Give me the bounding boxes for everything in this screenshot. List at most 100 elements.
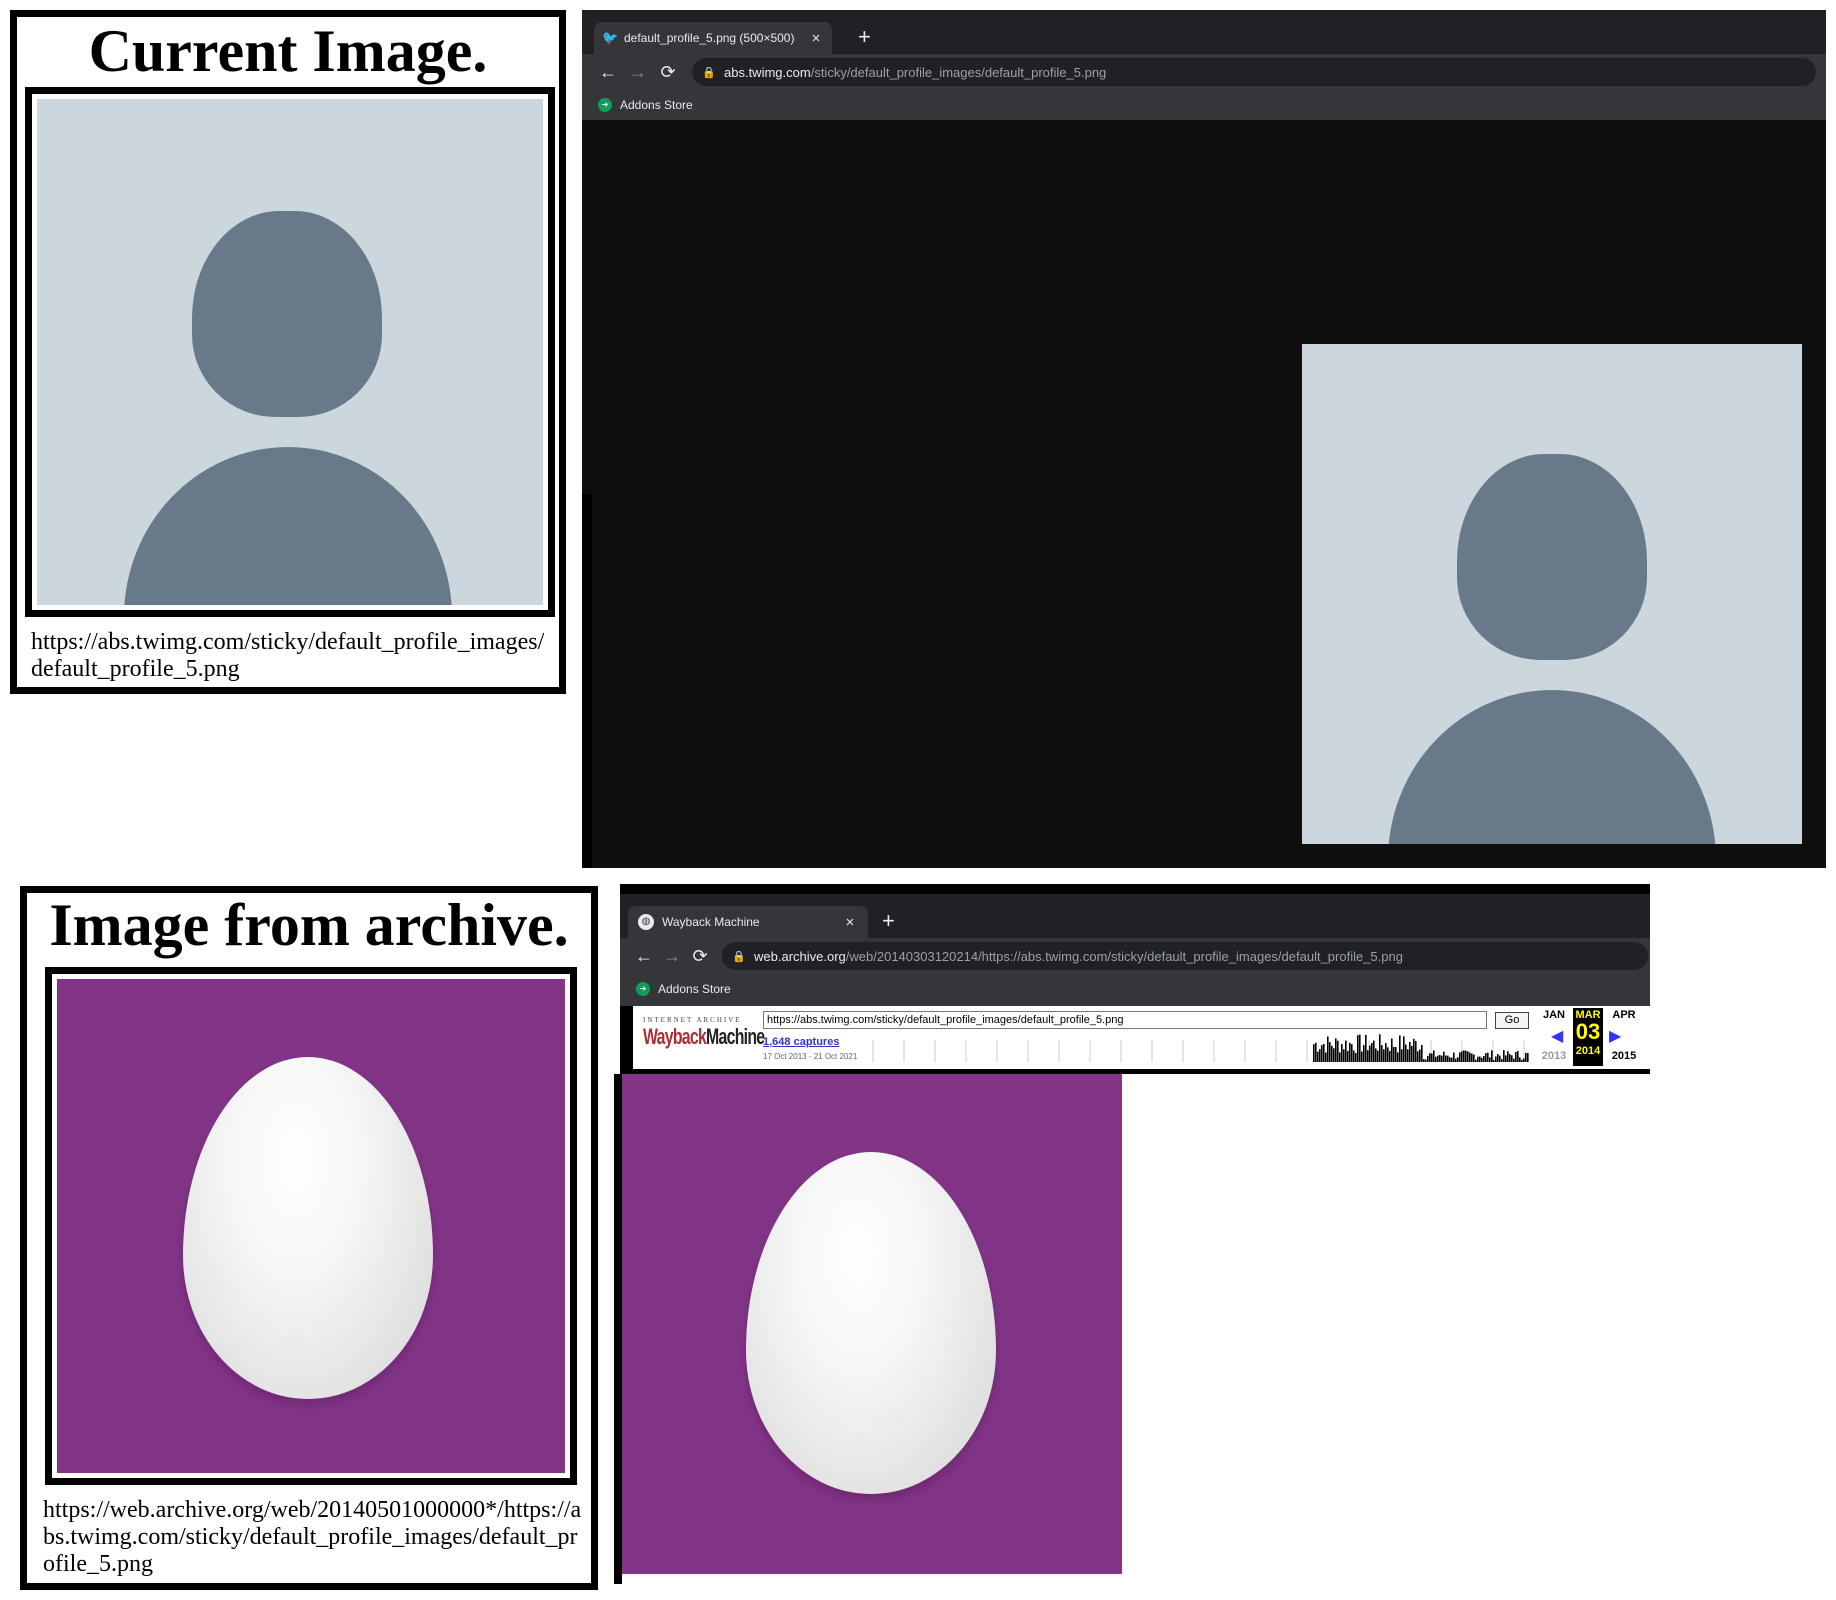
current-date-block[interactable]: MAR 03 2014 [1573,1008,1603,1066]
archive-image-frame [45,967,577,1485]
sparkline-bar [1497,1054,1499,1062]
sparkline-bar [1383,1049,1385,1062]
forward-button[interactable]: → [662,946,682,966]
sparkline-bar [1475,1059,1477,1062]
sparkline-bar [1433,1050,1435,1062]
archived-egg-image [622,1074,1122,1574]
sparkline-bar [1403,1036,1405,1062]
lock-icon: 🔒 [732,950,746,963]
sparkline-bar [1483,1056,1485,1062]
egg-avatar-image [57,979,565,1473]
sparkline-bar [1411,1045,1413,1062]
close-icon[interactable]: × [842,914,858,931]
sparkline-bar [1371,1042,1373,1062]
sparkline-bar [1389,1050,1391,1062]
prev-capture-arrow-icon[interactable]: ◀ [1551,1026,1563,1046]
sparkline-bar [1513,1058,1515,1062]
tab-title: Wayback Machine [662,915,760,929]
address-bar[interactable]: 🔒 web.archive.org /web/20140303120214/ht… [722,942,1648,970]
sparkline-bar [1387,1047,1389,1062]
sparkline-bar [1423,1059,1425,1062]
current-image-frame [25,87,555,617]
sparkline-bar [1349,1042,1351,1062]
sparkline-bar [1365,1034,1367,1062]
sparkline-bar [1511,1055,1513,1062]
url-host: web.archive.org [754,948,846,964]
captures-link[interactable]: 1,648 captures [763,1036,839,1048]
sparkline-bar [1379,1034,1381,1062]
back-button[interactable]: ← [634,946,654,966]
wayback-go-button[interactable]: Go [1495,1012,1529,1029]
default-avatar-image-viewer [1302,344,1802,844]
sparkline-bar [1439,1055,1441,1062]
browser-toolbar: ← → ⟳ 🔒 web.archive.org /web/20140303120… [620,938,1650,974]
sparkline-bar [1477,1056,1479,1062]
sparkline-bar [1355,1052,1357,1062]
sparkline-bar [1385,1043,1387,1062]
current-image-card: Current Image. https://abs.twimg.com/sti… [10,10,566,694]
sparkline-bar [1503,1050,1505,1062]
sparkline-bar [1431,1053,1433,1062]
sparkline-bar [1391,1038,1393,1062]
sparkline-bar [1399,1035,1401,1062]
sparkline-bar [1375,1048,1377,1062]
next-year-label[interactable]: 2015 [1607,1050,1641,1062]
wayback-toolbar: INTERNET ARCHIVE WaybackMachine https://… [628,1006,1650,1074]
default-avatar-image [37,99,543,605]
egg-shape [746,1152,996,1494]
sparkline-bar [1449,1057,1451,1062]
sparkline-bar [1393,1046,1395,1062]
window-edge [582,494,592,868]
sparkline-bar [1429,1053,1431,1062]
sparkline-bar [1357,1035,1359,1062]
sparkline-bar [1491,1050,1493,1062]
sparkline-bar [1473,1054,1475,1062]
sparkline-bar [1315,1042,1317,1062]
sparkline-bar [1335,1038,1337,1062]
prev-year-label[interactable]: 2013 [1537,1050,1571,1062]
sparkline-bar [1351,1044,1353,1062]
new-tab-button[interactable]: + [858,26,871,48]
sparkline-bar [1445,1055,1447,1062]
sparkline-bar [1487,1052,1489,1062]
back-button[interactable]: ← [598,62,618,82]
next-month-label[interactable]: APR [1607,1009,1641,1021]
sparkline-bar [1521,1059,1523,1062]
address-bar[interactable]: 🔒 abs.twimg.com /sticky/default_profile_… [692,58,1816,86]
sparkline-bar [1479,1056,1481,1062]
sparkline-bar [1425,1059,1427,1062]
forward-button[interactable]: → [628,62,648,82]
bookmark-label: Addons Store [658,982,731,996]
sparkline-bar [1421,1044,1423,1062]
tab-current-image[interactable]: 🐦 default_profile_5.png (500×500) × [594,22,832,54]
bookmark-addons-store[interactable]: ➜ Addons Store [598,98,693,112]
sparkline-bar [1381,1045,1383,1062]
prev-month-label[interactable]: JAN [1539,1009,1569,1021]
sparkline-bar [1437,1055,1439,1062]
tab-strip: ◍ Wayback Machine × + [620,894,1650,938]
sparkline-bar [1523,1058,1525,1062]
next-capture-arrow-icon[interactable]: ▶ [1609,1026,1621,1046]
sparkline-bar [1461,1051,1463,1062]
close-icon[interactable]: × [808,30,824,47]
sparkline-bar [1447,1055,1449,1062]
sparkline-bar [1519,1057,1521,1062]
reload-button[interactable]: ⟳ [658,62,678,82]
sparkline-bar [1427,1055,1429,1062]
sparkline-bar [1377,1050,1379,1062]
tab-wayback-machine[interactable]: ◍ Wayback Machine × [628,906,868,938]
sparkline-bar [1321,1045,1323,1062]
sparkline-bar [1401,1049,1403,1062]
sparkline-bar [1395,1046,1397,1062]
wayback-logo[interactable]: WaybackMachine [643,1024,765,1050]
sparkline-bar [1417,1051,1419,1062]
sparkline-bar [1339,1052,1341,1062]
tab-title: default_profile_5.png (500×500) [624,31,795,45]
url-path: /sticky/default_profile_images/default_p… [810,64,1107,80]
captures-sparkline[interactable] [863,1032,1533,1064]
reload-button[interactable]: ⟳ [690,946,710,966]
new-tab-button[interactable]: + [882,910,895,932]
bookmark-addons-store[interactable]: ➜ Addons Store [636,982,731,996]
sparkline-bar [1407,1049,1409,1062]
wayback-url-input[interactable]: https://abs.twimg.com/sticky/default_pro… [763,1011,1487,1029]
